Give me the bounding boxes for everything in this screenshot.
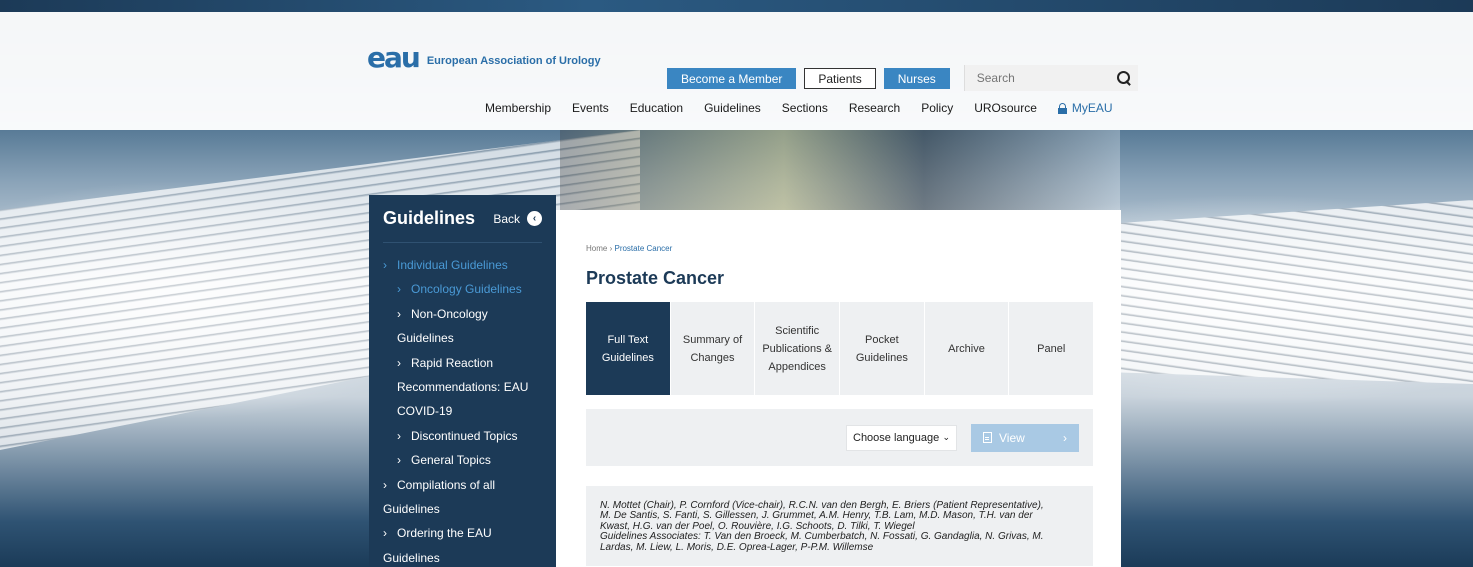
chevron-right-icon: › — [397, 428, 401, 443]
site-header: eau European Association of Urology Beco… — [0, 0, 1473, 130]
utility-bar: Become a Member Patients Nurses — [667, 65, 1138, 91]
back-label: Back — [493, 211, 520, 226]
lock-icon — [1057, 102, 1067, 114]
hero-book-pages-right — [1120, 200, 1473, 384]
nav-membership[interactable]: Membership — [485, 101, 551, 115]
breadcrumb: Home › Prostate Cancer — [586, 244, 1091, 253]
patients-button[interactable]: Patients — [804, 67, 876, 89]
sidebar-item-rapid-reaction[interactable]: › Rapid Reaction — [383, 351, 542, 375]
view-button-label: View — [999, 430, 1025, 445]
breadcrumb-separator: › — [609, 244, 613, 253]
language-bar: Choose language ⌄ View › — [586, 409, 1093, 466]
guideline-tabs: Full Text Guidelines Summary of Changes … — [586, 302, 1093, 395]
chevron-right-icon: › — [383, 258, 387, 272]
sidebar-item-ordering-cont[interactable]: Guidelines — [383, 546, 542, 567]
search-icon[interactable] — [1116, 70, 1132, 86]
sidebar-item-compilations-cont[interactable]: Guidelines — [383, 497, 542, 521]
page-title: Prostate Cancer — [586, 268, 725, 288]
chevron-left-circle-icon: ‹ — [527, 211, 542, 226]
sidebar-item-individual-guidelines[interactable]: › Individual Guidelines — [383, 253, 542, 277]
chevron-right-icon: › — [397, 355, 401, 370]
authors-box: N. Mottet (Chair), P. Cornford (Vice-cha… — [586, 486, 1093, 566]
chevron-right-icon: › — [1063, 430, 1067, 445]
language-select-value: Choose language — [853, 431, 940, 444]
sidebar-item-non-oncology-cont[interactable]: Guidelines — [383, 326, 542, 350]
nav-guidelines[interactable]: Guidelines — [704, 101, 761, 115]
sidebar-item-non-oncology[interactable]: › Non-Oncology — [383, 302, 542, 326]
chevron-right-icon: › — [397, 453, 401, 468]
tab-scientific-publications[interactable]: Scientific Publications & Appendices — [755, 302, 841, 395]
hero-book-spine — [560, 130, 1120, 210]
chevron-right-icon: › — [383, 526, 387, 541]
become-member-button[interactable]: Become a Member — [667, 67, 797, 89]
nav-education[interactable]: Education — [630, 101, 683, 115]
search-box — [963, 65, 1138, 91]
language-select[interactable]: Choose language ⌄ — [846, 424, 957, 451]
tab-pocket-guidelines[interactable]: Pocket Guidelines — [840, 302, 925, 395]
sidebar-list: › Individual Guidelines › Oncology Guideli… — [383, 253, 542, 567]
tab-summary-of-changes[interactable]: Summary of Changes — [671, 302, 756, 395]
guidelines-sidebar: Guidelines Back ‹ › Individual Guidelines… — [369, 195, 556, 567]
sidebar-item-rapid-reaction-cont2[interactable]: COVID-19 — [383, 399, 542, 423]
authors-line: Lardas, M. Liew, L. Moris, D.E. Oprea-La… — [600, 541, 874, 553]
chevron-down-icon: ⌄ — [942, 432, 950, 442]
nav-events[interactable]: Events — [572, 101, 609, 115]
chevron-right-icon: › — [383, 477, 387, 492]
sidebar-header: Guidelines Back ‹ — [383, 195, 542, 243]
sidebar-item-discontinued-topics[interactable]: › Discontinued Topics — [383, 424, 542, 448]
back-button[interactable]: Back ‹ — [493, 211, 542, 226]
tab-panel[interactable]: Panel — [1009, 302, 1093, 395]
sidebar-item-general-topics[interactable]: › General Topics — [383, 448, 542, 472]
sidebar-item-rapid-reaction-cont[interactable]: Recommendations: EAU — [383, 375, 542, 399]
tab-full-text-guidelines[interactable]: Full Text Guidelines — [586, 302, 671, 395]
eau-logo-mark: eau — [367, 41, 421, 74]
view-button[interactable]: View › — [971, 423, 1079, 452]
breadcrumb-current[interactable]: Prostate Cancer — [614, 244, 672, 253]
main-nav: Membership Events Education Guidelines S… — [485, 101, 1113, 115]
nurses-button[interactable]: Nurses — [883, 67, 950, 89]
header-top-strip — [0, 0, 1473, 12]
sidebar-item-oncology-guidelines[interactable]: › Oncology Guidelines — [383, 277, 542, 301]
nav-myeau[interactable]: MyEAU — [1057, 101, 1113, 115]
eau-logo[interactable]: eau European Association of Urology — [367, 44, 601, 72]
search-input[interactable] — [976, 71, 1097, 85]
breadcrumb-home[interactable]: Home — [586, 244, 607, 253]
view-button-left: View — [983, 431, 1025, 445]
nav-research[interactable]: Research — [849, 101, 900, 115]
nav-urosource[interactable]: UROsource — [974, 101, 1037, 115]
chevron-right-icon: › — [397, 282, 401, 297]
tab-archive[interactable]: Archive — [925, 302, 1010, 395]
document-icon — [983, 432, 992, 443]
sidebar-title: Guidelines — [383, 208, 476, 228]
sidebar-item-ordering[interactable]: › Ordering the EAU — [383, 521, 542, 545]
nav-myeau-label: MyEAU — [1071, 101, 1113, 115]
chevron-right-icon: › — [397, 306, 401, 321]
nav-policy[interactable]: Policy — [921, 101, 953, 115]
sidebar-item-compilations[interactable]: › Compilations of all — [383, 473, 542, 497]
nav-sections[interactable]: Sections — [782, 101, 828, 115]
eau-logo-text: European Association of Urology — [426, 55, 601, 67]
content-panel: Home › Prostate Cancer Prostate Cancer F… — [556, 210, 1121, 567]
